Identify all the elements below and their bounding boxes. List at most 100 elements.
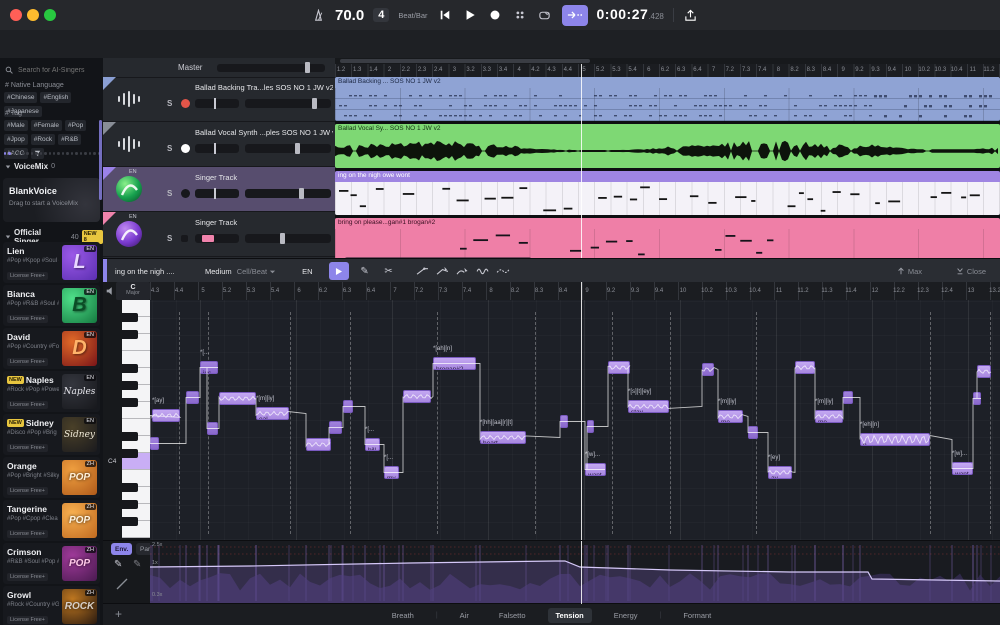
pagination-dot[interactable] [71, 152, 73, 155]
pagination-dot[interactable] [17, 152, 19, 155]
solo-button[interactable]: S [167, 234, 172, 243]
clip-header[interactable]: Ballad Backing ... SOS NO 1 JW v2 [335, 77, 1000, 88]
env-tab-button[interactable]: Env. [111, 543, 132, 555]
zoom-window-button[interactable] [44, 9, 56, 21]
param-tab-breath[interactable]: Breath [384, 608, 422, 623]
piano-key-black[interactable] [122, 500, 138, 509]
pagination-dot[interactable] [84, 152, 86, 155]
note[interactable]: heart [480, 431, 526, 444]
singer-card[interactable]: Bianca#Pop #R&B #Soul #License Free+BEN [3, 285, 100, 326]
note[interactable] [219, 392, 256, 405]
clip-header[interactable]: bring on please...gan#1 brogan#2 [335, 218, 1000, 229]
note[interactable]: want [952, 462, 973, 475]
pagination-dot[interactable] [53, 152, 55, 155]
scissors-tool-button[interactable]: ✂ [379, 262, 399, 280]
note[interactable] [560, 415, 568, 428]
play-icon[interactable] [462, 7, 478, 23]
record-icon[interactable] [487, 7, 503, 23]
singer-track-avatar[interactable] [116, 221, 142, 247]
pencil-tool-button[interactable]: ✎ [355, 262, 375, 280]
note[interactable] [587, 420, 594, 433]
note[interactable]: n [860, 433, 930, 446]
clip[interactable]: Ballad Backing ... SOS NO 1 JW v2 [335, 77, 1000, 121]
piano-key-black[interactable] [122, 398, 138, 407]
pitch-draw-tool-button[interactable] [453, 262, 473, 280]
singer-card[interactable]: Growl#Rock #Country #GLicense Free+ROCKZ… [3, 586, 100, 625]
note[interactable] [207, 422, 218, 435]
line-tool-icon[interactable] [115, 577, 129, 591]
note[interactable]: want [585, 463, 606, 476]
singer-card[interactable]: Lien#Pop #Kpop #Soul #License Free+LEN [3, 242, 100, 283]
track-name[interactable]: Ballad Backing Tra...les SOS NO 1 JW v2 [195, 83, 333, 92]
browser-grid-icon[interactable] [512, 7, 528, 23]
tag-chip[interactable]: #R&B [58, 134, 81, 145]
search-input[interactable] [16, 66, 100, 75]
singer-card[interactable]: NEWNaples#Rock #Pop #PoweLicense Free+Na… [3, 371, 100, 412]
track-name[interactable]: Singer Track [195, 173, 333, 182]
note[interactable] [306, 438, 331, 451]
track-row[interactable]: SBallad Vocal Synth ...ples SOS NO 1 JW … [103, 122, 335, 167]
tag-chip[interactable]: #Jpop [4, 134, 28, 145]
note[interactable]: ay [768, 466, 792, 479]
clip-header[interactable]: Ballad Vocal Sy... SOS NO 1 JW v2 [335, 124, 1000, 135]
pagination-dot[interactable] [44, 152, 46, 155]
time-signature-value[interactable]: 4 [373, 8, 389, 22]
track-row[interactable]: SBallad Backing Tra...les SOS NO 1 JW v2 [103, 77, 335, 122]
track-row[interactable]: ENSSinger Track [103, 167, 335, 212]
note[interactable] [343, 400, 353, 413]
loop-icon[interactable] [537, 7, 553, 23]
note[interactable] [973, 392, 981, 405]
volume-slider[interactable] [245, 189, 331, 198]
pagination-dot[interactable] [8, 152, 10, 155]
tag-chip[interactable]: #Female [31, 120, 62, 131]
pan-slider[interactable] [195, 234, 239, 243]
volume-handle[interactable] [280, 233, 285, 244]
pagination-dot[interactable] [93, 152, 95, 155]
volume-handle[interactable] [312, 98, 317, 109]
piano-key-black[interactable] [122, 517, 138, 526]
anchor-envelope-icon[interactable]: ✎ [133, 559, 141, 570]
track-arm-dot[interactable] [181, 99, 190, 108]
tag-chip[interactable]: #Male [4, 120, 28, 131]
track-arm-dot[interactable] [181, 189, 190, 198]
singer-card[interactable]: Crimson#R&B #Soul #Pop #License Free+POP… [3, 543, 100, 584]
sidebar-scrollbar[interactable] [99, 120, 102, 200]
note[interactable] [843, 391, 853, 404]
note[interactable] [186, 391, 199, 404]
singer-card[interactable]: NEWSidney#Disco #Pop #BrigLicense Free+S… [3, 414, 100, 455]
follow-playhead-button[interactable] [562, 5, 588, 26]
piano-key-black[interactable] [122, 364, 138, 373]
note[interactable] [152, 409, 180, 422]
note[interactable]: stay [628, 400, 669, 413]
pitch-line-tool-button[interactable] [413, 262, 433, 280]
note[interactable] [150, 437, 159, 450]
skip-back-icon[interactable] [437, 7, 453, 23]
note[interactable] [329, 421, 342, 434]
vibrato-tool-button[interactable] [473, 262, 493, 280]
pagination-dot[interactable] [22, 152, 24, 155]
clip[interactable]: ing on the nigh owe wont [335, 171, 1000, 215]
singer-card[interactable]: Orange#Pop #Bright #SilkyLicense Free+PO… [3, 457, 100, 498]
param-tab-falsetto[interactable]: Falsetto [491, 608, 534, 623]
language-chip[interactable]: #English [40, 92, 71, 103]
pagination-dot[interactable] [40, 152, 42, 155]
pagination-dot[interactable] [49, 152, 51, 155]
pagination-dot[interactable] [62, 152, 64, 155]
note[interactable]: jus [200, 361, 218, 374]
note[interactable] [977, 365, 991, 378]
note[interactable]: my [384, 466, 399, 479]
editor-clip-name[interactable]: ing on the nigh .... [115, 267, 183, 276]
track-arm-dot[interactable] [181, 144, 190, 153]
pagination-dot[interactable] [75, 152, 77, 155]
param-tab-energy[interactable]: Energy [606, 608, 646, 623]
param-tab-tension[interactable]: Tension [548, 608, 592, 623]
volume-handle[interactable] [299, 188, 304, 199]
draw-envelope-icon[interactable]: ✎ [114, 559, 122, 570]
note[interactable]: me [815, 410, 843, 423]
minimize-window-button[interactable] [27, 9, 39, 21]
note[interactable]: eal [256, 407, 289, 420]
solo-button[interactable]: S [167, 189, 172, 198]
singer-card[interactable]: David#Pop #Country #FoLicense Free+DEN [3, 328, 100, 369]
track-row[interactable]: ENSSinger Track [103, 212, 335, 257]
pan-handle[interactable] [214, 188, 216, 199]
